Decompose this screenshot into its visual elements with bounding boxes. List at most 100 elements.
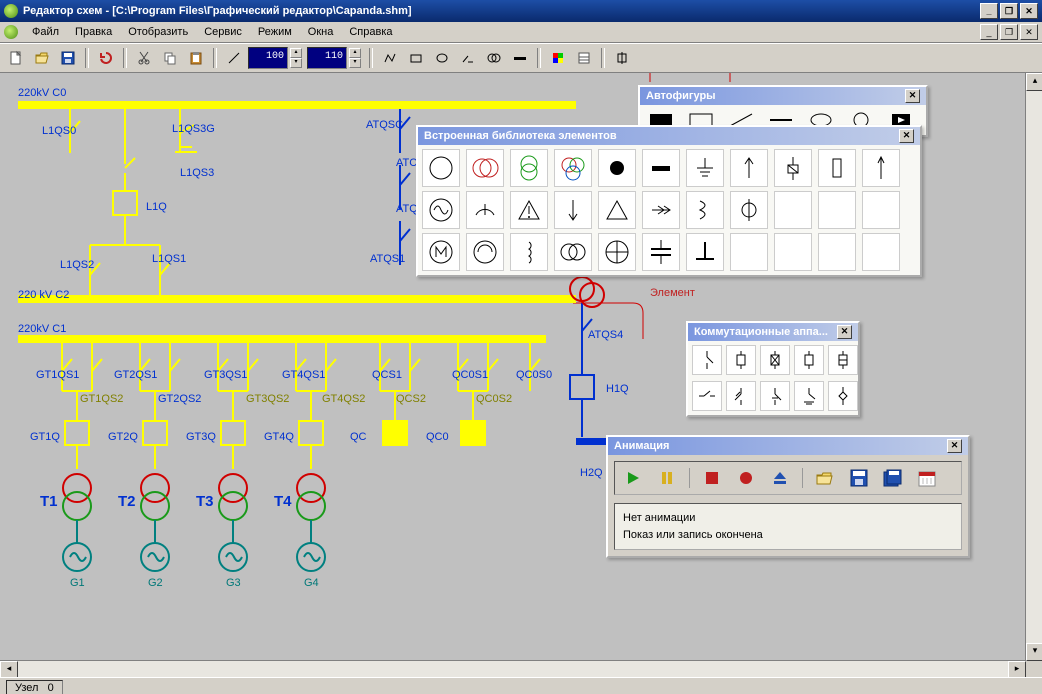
lib-2circle-h-icon[interactable] <box>554 233 592 271</box>
refresh-icon[interactable] <box>94 46 118 70</box>
lib-blank7-icon[interactable] <box>862 233 900 271</box>
close-button[interactable]: ✕ <box>1020 3 1038 19</box>
lib-blank3-icon[interactable] <box>862 191 900 229</box>
palette-animation-title[interactable]: Анимация ✕ <box>608 437 968 455</box>
copy-icon[interactable] <box>158 46 182 70</box>
vertical-scrollbar[interactable]: ▴ ▾ <box>1025 73 1042 661</box>
save-icon[interactable] <box>56 46 80 70</box>
anim-stop-icon[interactable] <box>700 466 724 490</box>
sw-box-icon[interactable] <box>726 345 756 375</box>
menu-windows[interactable]: Окна <box>300 24 342 40</box>
grid-x-input[interactable]: 100 <box>248 47 288 69</box>
mdi-restore-button[interactable]: ❐ <box>1000 24 1018 40</box>
anim-open-icon[interactable] <box>813 466 837 490</box>
coils-tool-icon[interactable] <box>482 46 506 70</box>
lib-capacitor-icon[interactable] <box>642 233 680 271</box>
sw-box2-icon[interactable] <box>794 345 824 375</box>
palette-library[interactable]: Встроенная библиотека элементов ✕ <box>416 125 922 277</box>
sw-nc-icon[interactable] <box>760 381 790 411</box>
lib-bcurve-icon[interactable] <box>686 191 724 229</box>
bus-tool-icon[interactable] <box>508 46 532 70</box>
lib-vrect-icon[interactable] <box>818 149 856 187</box>
palette-library-close-icon[interactable]: ✕ <box>899 129 914 143</box>
switch-tool-icon[interactable] <box>456 46 480 70</box>
lib-blank4-icon[interactable] <box>730 233 768 271</box>
palette-autoshapes-title[interactable]: Автофигуры ✕ <box>640 87 926 105</box>
menu-service[interactable]: Сервис <box>196 24 250 40</box>
restore-button[interactable]: ❐ <box>1000 3 1018 19</box>
lib-triangle-icon[interactable] <box>598 191 636 229</box>
grid-x-spinner[interactable]: ▴▾ <box>290 48 302 68</box>
ellipse-tool-icon[interactable] <box>430 46 454 70</box>
lib-cap-icon[interactable] <box>774 149 812 187</box>
grid-y-input[interactable]: 110 <box>307 47 347 69</box>
sw-box-mid-icon[interactable] <box>828 345 858 375</box>
anim-record-icon[interactable] <box>734 466 758 490</box>
lib-2circle-green-icon[interactable] <box>510 149 548 187</box>
sw-h-icon[interactable] <box>692 381 722 411</box>
mdi-close-button[interactable]: ✕ <box>1020 24 1038 40</box>
mdi-minimize-button[interactable]: _ <box>980 24 998 40</box>
lib-dot-icon[interactable] <box>598 149 636 187</box>
line-tool-icon[interactable] <box>222 46 246 70</box>
polyline-tool-icon[interactable] <box>378 46 402 70</box>
lib-phi-icon[interactable] <box>730 191 768 229</box>
lib-perp-icon[interactable] <box>686 233 724 271</box>
lib-arrow-up-icon[interactable] <box>730 149 768 187</box>
scroll-left-icon[interactable]: ◂ <box>0 661 18 677</box>
sw-ground-icon[interactable] <box>794 381 824 411</box>
lib-blank5-icon[interactable] <box>774 233 812 271</box>
rect-tool-icon[interactable] <box>404 46 428 70</box>
lib-2circle-red-icon[interactable] <box>466 149 504 187</box>
lib-sine-icon[interactable] <box>422 191 460 229</box>
anim-save-icon[interactable] <box>847 466 871 490</box>
grid-y-spinner[interactable]: ▴▾ <box>349 48 361 68</box>
sw-angle-icon[interactable] <box>726 381 756 411</box>
lib-arrow-thin-icon[interactable] <box>862 149 900 187</box>
palette-commutation[interactable]: Коммутационные аппа... ✕ <box>686 321 860 417</box>
anim-play-icon[interactable] <box>621 466 645 490</box>
cut-icon[interactable] <box>132 46 156 70</box>
palette-library-title[interactable]: Встроенная библиотека элементов ✕ <box>418 127 920 145</box>
open-file-icon[interactable] <box>30 46 54 70</box>
menu-help[interactable]: Справка <box>341 24 400 40</box>
anim-pause-icon[interactable] <box>655 466 679 490</box>
sw-box-x-icon[interactable] <box>760 345 790 375</box>
lib-blank2-icon[interactable] <box>818 191 856 229</box>
lib-dblarrow-icon[interactable] <box>642 191 680 229</box>
misc-tool-icon[interactable] <box>610 46 634 70</box>
menu-mode[interactable]: Режим <box>250 24 300 40</box>
palette-commutation-title[interactable]: Коммутационные аппа... ✕ <box>688 323 858 341</box>
lib-bar-icon[interactable] <box>642 149 680 187</box>
lib-halfcircle-icon[interactable] <box>466 191 504 229</box>
anim-eject-icon[interactable] <box>768 466 792 490</box>
horizontal-scrollbar[interactable]: ◂ ▸ <box>0 660 1026 677</box>
anim-saveall-icon[interactable] <box>881 466 905 490</box>
lib-3circle-icon[interactable] <box>554 149 592 187</box>
workarea[interactable]: 220kV C0 220 kV C2 220kV C1 L1QS0 L1QS3G… <box>0 73 1042 677</box>
palette-animation-close-icon[interactable]: ✕ <box>947 439 962 453</box>
palette-commutation-close-icon[interactable]: ✕ <box>837 325 852 339</box>
new-file-icon[interactable] <box>4 46 28 70</box>
color-tool-icon[interactable] <box>546 46 570 70</box>
lib-circle-icon[interactable] <box>422 149 460 187</box>
lib-arccircle-icon[interactable] <box>466 233 504 271</box>
scroll-up-icon[interactable]: ▴ <box>1026 73 1042 91</box>
minimize-button[interactable]: _ <box>980 3 998 19</box>
lib-blank1-icon[interactable] <box>774 191 812 229</box>
lib-blank6-icon[interactable] <box>818 233 856 271</box>
palette-autoshapes-close-icon[interactable]: ✕ <box>905 89 920 103</box>
lib-triangle-warn-icon[interactable] <box>510 191 548 229</box>
sw-diamond-icon[interactable] <box>828 381 858 411</box>
palette-animation[interactable]: Анимация ✕ Нет анимации Показ или запись… <box>606 435 970 558</box>
scroll-right-icon[interactable]: ▸ <box>1008 661 1026 677</box>
scroll-down-icon[interactable]: ▾ <box>1026 643 1042 661</box>
sw-open-icon[interactable] <box>692 345 722 375</box>
menu-file[interactable]: Файл <box>24 24 67 40</box>
lib-arrow-down-icon[interactable] <box>554 191 592 229</box>
anim-calendar-icon[interactable] <box>915 466 939 490</box>
lib-earth-icon[interactable] <box>598 233 636 271</box>
lib-motor-icon[interactable] <box>422 233 460 271</box>
menu-edit[interactable]: Правка <box>67 24 120 40</box>
paste-icon[interactable] <box>184 46 208 70</box>
